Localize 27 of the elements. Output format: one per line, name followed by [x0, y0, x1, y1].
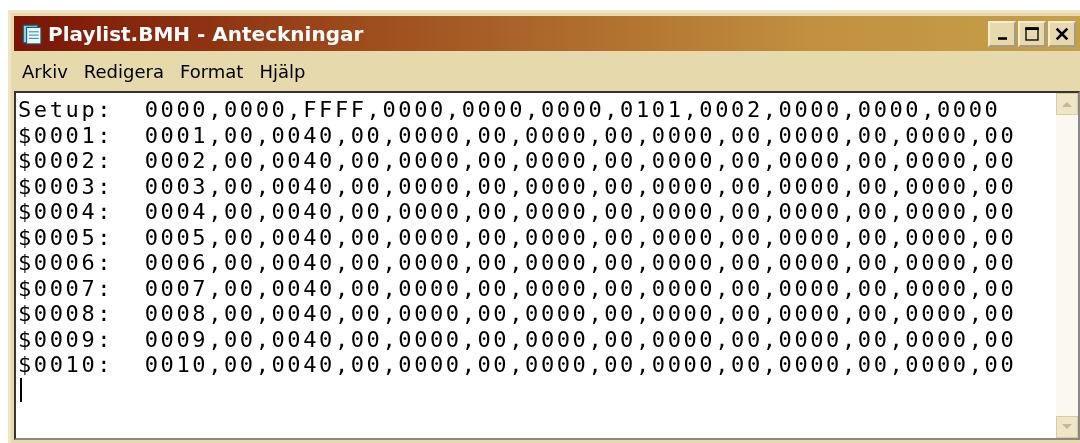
- text-line: $0004: 0004,00,0040,00,0000,00,0000,00,0000,00,0000,00,0000,00: [18, 199, 1018, 225]
- maximize-icon: [1024, 25, 1040, 42]
- window-title: Playlist.BMH - Anteckningar: [48, 21, 365, 46]
- close-icon: [1054, 25, 1070, 42]
- minimize-button[interactable]: [988, 20, 1016, 47]
- down-arrow-icon: [1062, 424, 1072, 430]
- text-line: $0007: 0007,00,0040,00,0000,00,0000,00,0000,00,0000,00,0000,00: [18, 275, 1018, 301]
- text-line: $0005: 0005,00,0040,00,0000,00,0000,00,0000,00,0000,00,0000,00: [18, 224, 1018, 250]
- up-arrow-icon: [1062, 101, 1072, 107]
- menu-item[interactable]: Hjälp: [259, 60, 306, 82]
- text-line: $0006: 0006,00,0040,00,0000,00,0000,00,0000,00,0000,00,0000,00: [18, 250, 1018, 276]
- text-line: $0003: 0003,00,0040,00,0000,00,0000,00,0000,00,0000,00,0000,00: [18, 173, 1018, 199]
- minimize-icon: [997, 37, 1007, 40]
- notepad-icon: [20, 22, 42, 45]
- text-area[interactable]: [14, 91, 1080, 440]
- menu-item[interactable]: Format: [179, 60, 244, 82]
- menu-item[interactable]: Redigera: [83, 60, 164, 82]
- text-line: $0008: 0008,00,0040,00,0000,00,0000,00,0000,00,0000,00,0000,00: [18, 301, 1018, 327]
- text-line: $0010: 0010,00,0040,00,0000,00,0000,00,0000,00,0000,00,0000,00: [18, 352, 1018, 378]
- text-line: $0002: 0002,00,0040,00,0000,00,0000,00,0000,00,0000,00,0000,00: [18, 148, 1018, 174]
- text-line: Setup: 0000,0000,FFFF,0000,0000,0000,0101,0002,0000,0000,0000: [18, 97, 1002, 123]
- maximize-button[interactable]: [1018, 20, 1046, 47]
- menu-item[interactable]: Arkiv: [22, 60, 68, 82]
- close-button[interactable]: [1048, 20, 1076, 47]
- text-cursor: [20, 377, 22, 402]
- text-line: $0009: 0009,00,0040,00,0000,00,0000,00,0000,00,0000,00,0000,00: [18, 326, 1018, 352]
- text-line: $0001: 0001,00,0040,00,0000,00,0000,00,0000,00,0000,00,0000,00: [18, 122, 1018, 148]
